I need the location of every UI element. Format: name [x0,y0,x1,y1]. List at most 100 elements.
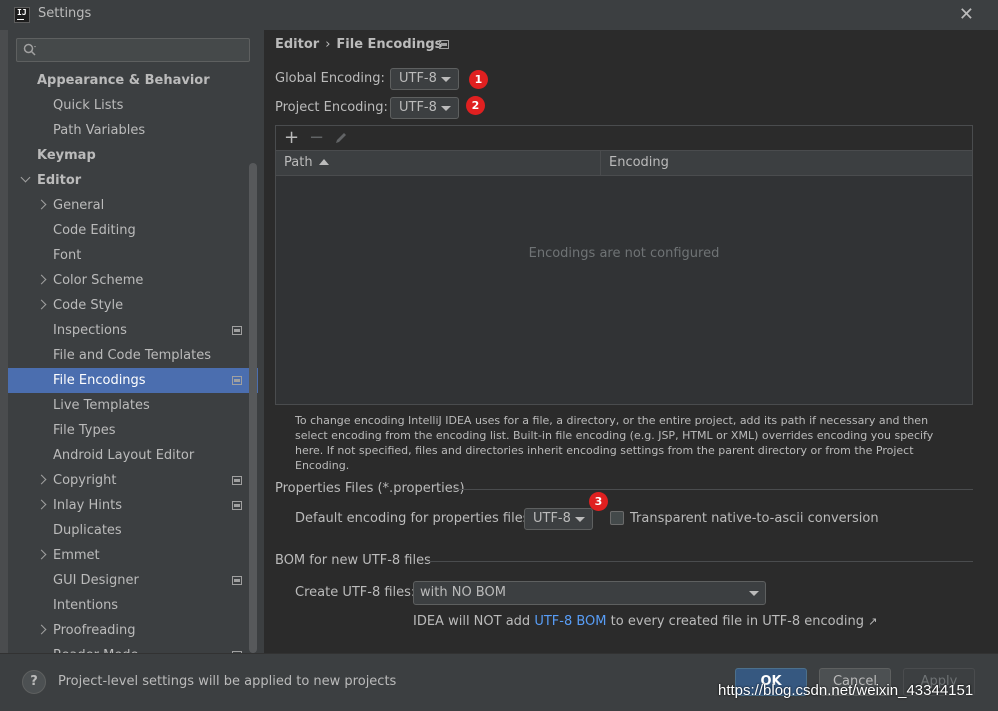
close-icon[interactable]: ✕ [959,4,974,25]
global-encoding-select[interactable]: UTF-8 [390,68,459,90]
chevron-right-icon[interactable] [36,499,47,510]
sidebar-item-font[interactable]: Font [8,243,258,268]
sidebar-item-label: Intentions [53,598,119,613]
chevron-right-icon[interactable] [36,199,47,210]
sidebar-item-label: Duplicates [53,523,122,538]
sidebar-item-quick-lists[interactable]: Quick Lists [8,93,258,118]
main-panel: Editor › File Encodings Global Encoding: U… [264,30,998,653]
sidebar-item-label: Android Layout Editor [53,448,195,463]
breadcrumb-current: File Encodings [336,37,443,52]
sidebar-item-live-templates[interactable]: Live Templates [8,393,258,418]
properties-encoding-label: Default encoding for properties files: [295,511,534,526]
bom-section-title: BOM for new UTF-8 files [275,553,431,568]
annotation-marker-2: 2 [466,96,485,115]
properties-section-divider [453,489,973,490]
chevron-right-icon[interactable] [36,274,47,285]
sidebar-item-label: Code Editing [53,223,136,238]
project-encoding-value: UTF-8 [399,100,437,115]
sidebar-item-label: Appearance & Behavior [37,73,210,88]
sidebar-item-label: Editor [37,173,82,188]
bom-section-divider [427,561,973,562]
encoding-help-text: To change encoding IntelliJ IDEA uses fo… [295,414,934,472]
sidebar-item-intentions[interactable]: Intentions [8,593,258,618]
sidebar-item-file-and-code-templates[interactable]: File and Code Templates [8,343,258,368]
bom-note: IDEA will NOT add UTF-8 BOM to every cre… [413,614,877,629]
remove-icon[interactable]: − [309,127,324,149]
sidebar-scrollbar[interactable] [249,163,257,653]
chevron-right-icon[interactable] [36,474,47,485]
sidebar-item-file-encodings[interactable]: File Encodings [8,368,258,393]
title-bar: IJ Settings ✕ [0,0,998,30]
project-scope-icon [232,501,242,510]
create-utf8-label: Create UTF-8 files: [295,585,416,600]
sidebar-item-file-types[interactable]: File Types [8,418,258,443]
transparent-conversion-label[interactable]: Transparent native-to-ascii conversion [630,511,879,526]
project-scope-icon [232,376,242,385]
breadcrumb-parent[interactable]: Editor [275,37,319,52]
sidebar-item-reader-mode[interactable]: Reader Mode [8,643,258,653]
sidebar-item-label: Path Variables [53,123,146,138]
chevron-down-icon[interactable] [20,172,31,183]
sort-ascending-icon [318,159,329,165]
chevron-down-icon [749,591,759,596]
sidebar-item-code-editing[interactable]: Code Editing [8,218,258,243]
sidebar-edge [0,30,8,653]
sidebar-item-inlay-hints[interactable]: Inlay Hints [8,493,258,518]
sidebar-item-label: File and Code Templates [53,348,211,363]
sidebar-item-emmet[interactable]: Emmet [8,543,258,568]
chevron-right-icon[interactable] [36,624,47,635]
sidebar-item-color-scheme[interactable]: Color Scheme [8,268,258,293]
search-icon [23,43,36,56]
annotation-marker-1: 1 [469,70,488,89]
project-scope-icon [439,40,449,49]
bom-note-prefix: IDEA will NOT add [413,614,535,629]
breadcrumb-separator: › [325,37,331,52]
sidebar-item-proofreading[interactable]: Proofreading [8,618,258,643]
transparent-conversion-checkbox[interactable] [610,511,624,525]
sidebar-item-android-layout-editor[interactable]: Android Layout Editor [8,443,258,468]
sidebar-item-label: Inlay Hints [53,498,122,513]
table-header: Path Encoding [276,151,972,176]
sidebar-item-duplicates[interactable]: Duplicates [8,518,258,543]
add-icon[interactable]: + [284,127,299,149]
sidebar-item-editor[interactable]: Editor [8,168,258,193]
chevron-right-icon[interactable] [36,299,47,310]
sidebar-item-label: General [53,198,105,213]
create-utf8-select[interactable]: with NO BOM [413,581,766,605]
sidebar-item-code-style[interactable]: Code Style [8,293,258,318]
sidebar-item-label: Inspections [53,323,127,338]
project-scope-icon [232,476,242,485]
search-input[interactable] [16,38,250,62]
sidebar-item-keymap[interactable]: Keymap [8,143,258,168]
chevron-down-icon [575,517,585,522]
sidebar-item-appearance-behavior[interactable]: Appearance & Behavior [8,68,258,93]
sidebar-item-label: Keymap [37,148,96,163]
chevron-right-icon[interactable] [36,549,47,560]
sidebar-item-label: Live Templates [53,398,150,413]
properties-encoding-select[interactable]: UTF-8 [524,508,593,530]
sidebar-item-general[interactable]: General [8,193,258,218]
help-icon[interactable]: ? [22,670,46,694]
project-encoding-label: Project Encoding: [275,100,388,115]
sidebar-item-label: Proofreading [53,623,136,638]
column-header-path[interactable]: Path [276,151,600,175]
sidebar-item-label: Reader Mode [53,643,139,653]
table-toolbar: + − [276,126,972,151]
sidebar-item-path-variables[interactable]: Path Variables [8,118,258,143]
project-encoding-select[interactable]: UTF-8 [390,97,459,119]
chevron-down-icon [441,106,451,111]
intellij-logo-icon: IJ [14,7,30,23]
sidebar-item-label: Quick Lists [53,98,124,113]
sidebar-item-label: File Encodings [53,373,146,388]
sidebar-item-label: Color Scheme [53,273,144,288]
utf8-bom-link[interactable]: UTF-8 BOM [534,614,606,629]
sidebar-item-gui-designer[interactable]: GUI Designer [8,568,258,593]
settings-tree: Appearance & Behavior Quick Lists Path Var… [8,68,258,653]
column-header-encoding[interactable]: Encoding [601,151,971,175]
column-header-path-label: Path [284,155,313,170]
sidebar-item-inspections[interactable]: Inspections [8,318,258,343]
edit-icon[interactable] [334,131,348,145]
create-utf8-value: with NO BOM [420,585,506,600]
project-scope-icon [232,326,242,335]
sidebar-item-copyright[interactable]: Copyright [8,468,258,493]
